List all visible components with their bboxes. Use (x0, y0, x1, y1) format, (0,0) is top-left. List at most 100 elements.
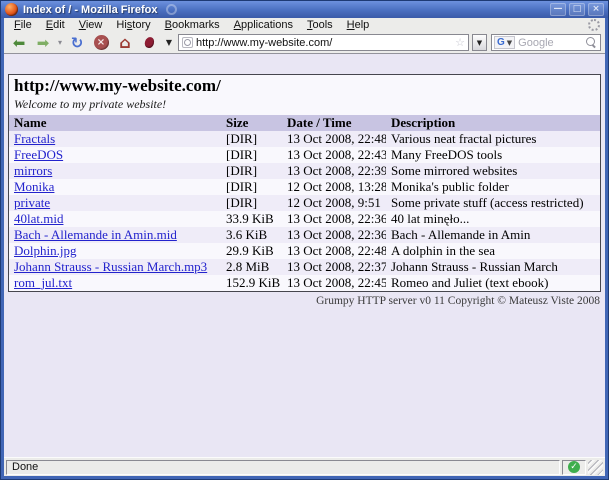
back-icon[interactable]: ⬅ (8, 33, 30, 52)
search-box: G ▼ (491, 34, 601, 51)
menubar-items: FileEditViewHistoryBookmarksApplications… (4, 18, 605, 32)
name-cell: Dolphin.jpg (9, 243, 221, 259)
welcome-text: Welcome to my private website! (14, 97, 595, 112)
file-link[interactable]: 40lat.mid (14, 211, 63, 226)
search-engine-dropdown-icon: ▼ (507, 39, 512, 47)
size-cell: 29.9 KiB (221, 243, 282, 259)
name-cell: Johann Strauss - Russian March.mp3 (9, 259, 221, 275)
client-area: FileEditViewHistoryBookmarksApplications… (4, 18, 605, 476)
name-cell: Fractals (9, 131, 221, 147)
url-bar: ☆ (178, 34, 469, 51)
size-cell: 2.8 MiB (221, 259, 282, 275)
titlebar-ghost-icon (166, 4, 177, 15)
toolbar-dropdown-icon[interactable]: ▼ (162, 38, 176, 47)
description-cell: Many FreeDOS tools (386, 147, 600, 163)
status-indicator-panel[interactable]: ✓ (562, 460, 586, 475)
url-history-dropdown-icon[interactable]: ▼ (472, 34, 487, 51)
date-cell: 13 Oct 2008, 22:37 (282, 259, 386, 275)
column-header-date: Date / Time (282, 115, 386, 131)
firefox-app-icon[interactable] (5, 3, 18, 16)
page-viewport: http://www.my-website.com/ Welcome to my… (4, 54, 605, 457)
size-cell: 3.6 KiB (221, 227, 282, 243)
size-cell: [DIR] (221, 179, 282, 195)
maximize-button-icon[interactable]: □ (569, 3, 585, 16)
file-link[interactable]: Bach - Allemande in Amin.mid (14, 227, 177, 242)
date-cell: 13 Oct 2008, 22:48 (282, 131, 386, 147)
menubar-item-help[interactable]: Help (340, 18, 377, 32)
minimize-button-icon[interactable]: — (550, 3, 566, 16)
size-cell: [DIR] (221, 195, 282, 211)
forward-history-dropdown-icon[interactable]: ▾ (56, 38, 64, 47)
date-cell: 13 Oct 2008, 22:45 (282, 275, 386, 291)
column-header-size: Size (221, 115, 282, 131)
file-link[interactable]: Monika (14, 179, 54, 194)
menubar-item-applications[interactable]: Applications (227, 18, 300, 32)
search-input[interactable] (518, 37, 583, 49)
file-link[interactable]: Johann Strauss - Russian March.mp3 (14, 259, 207, 274)
home-icon[interactable]: ⌂ (114, 33, 136, 52)
name-cell: Bach - Allemande in Amin.mid (9, 227, 221, 243)
column-header-name: Name (9, 115, 221, 131)
google-logo-icon: G (497, 38, 505, 48)
search-engine-selector[interactable]: G ▼ (494, 36, 515, 49)
size-cell: [DIR] (221, 163, 282, 179)
file-link[interactable]: private (14, 195, 50, 210)
description-cell: Various neat fractal pictures (386, 131, 600, 147)
listing-header: http://www.my-website.com/ Welcome to my… (9, 75, 600, 115)
status-text: Done (6, 460, 560, 475)
date-cell: 13 Oct 2008, 22:48 (282, 243, 386, 259)
description-cell: Bach - Allemande in Amin (386, 227, 600, 243)
description-cell: A dolphin in the sea (386, 243, 600, 259)
file-link[interactable]: Dolphin.jpg (14, 243, 76, 258)
browser-window: Index of / - Mozilla Firefox — □ × FileE… (0, 0, 609, 480)
date-cell: 13 Oct 2008, 22:36 (282, 211, 386, 227)
bookmark-star-icon[interactable]: ☆ (455, 37, 465, 48)
window-controls: — □ × (550, 3, 604, 16)
menubar-item-tools[interactable]: Tools (300, 18, 340, 32)
page-title: http://www.my-website.com/ (14, 77, 595, 96)
size-cell: [DIR] (221, 131, 282, 147)
listing-table: Fractals[DIR]13 Oct 2008, 22:48Various n… (9, 131, 600, 291)
description-cell: Monika's public folder (386, 179, 600, 195)
search-icon[interactable] (586, 37, 597, 48)
description-cell: Some private stuff (access restricted) (386, 195, 600, 211)
forward-icon[interactable]: ➡ (32, 33, 54, 52)
file-link[interactable]: mirrors (14, 163, 52, 178)
date-cell: 13 Oct 2008, 22:43 (282, 147, 386, 163)
menubar-item-bookmarks[interactable]: Bookmarks (158, 18, 227, 32)
menubar-item-edit[interactable]: Edit (39, 18, 72, 32)
resize-grip[interactable] (588, 460, 603, 475)
date-cell: 12 Oct 2008, 13:28 (282, 179, 386, 195)
page-favicon-icon[interactable] (182, 37, 193, 48)
statusbar: Done ✓ (4, 457, 605, 476)
status-ok-check-icon: ✓ (568, 461, 580, 473)
throbber-icon (588, 19, 600, 31)
stop-icon: × (94, 35, 109, 50)
size-cell: 152.9 KiB (221, 275, 282, 291)
window-title: Index of / - Mozilla Firefox (23, 4, 157, 16)
stop-button[interactable]: × (90, 33, 112, 52)
file-link[interactable]: rom_jul.txt (14, 275, 72, 290)
name-cell: 40lat.mid (9, 211, 221, 227)
name-cell: Monika (9, 179, 221, 195)
description-cell: 40 lat minęło... (386, 211, 600, 227)
file-link[interactable]: Fractals (14, 131, 55, 146)
url-input[interactable] (196, 37, 452, 49)
file-link[interactable]: FreeDOS (14, 147, 63, 162)
date-cell: 12 Oct 2008, 9:51 (282, 195, 386, 211)
table-header-row: Name Size Date / Time Description (9, 115, 600, 131)
titlebar: Index of / - Mozilla Firefox — □ × (1, 1, 608, 18)
navigation-toolbar: ⬅ ➡ ▾ ↻ × ⌂ ▼ ☆ ▼ G ▼ (4, 32, 605, 54)
menubar-item-file[interactable]: File (7, 18, 39, 32)
date-cell: 13 Oct 2008, 22:36 (282, 227, 386, 243)
menubar-item-view[interactable]: View (72, 18, 110, 32)
name-cell: private (9, 195, 221, 211)
directory-listing-box: http://www.my-website.com/ Welcome to my… (8, 74, 601, 292)
menubar-item-history[interactable]: History (109, 18, 157, 32)
size-cell: 33.9 KiB (221, 211, 282, 227)
extension-button[interactable] (138, 33, 160, 52)
extension-icon (143, 36, 155, 49)
name-cell: rom_jul.txt (9, 275, 221, 291)
reload-icon[interactable]: ↻ (66, 33, 88, 52)
close-button-icon[interactable]: × (588, 3, 604, 16)
